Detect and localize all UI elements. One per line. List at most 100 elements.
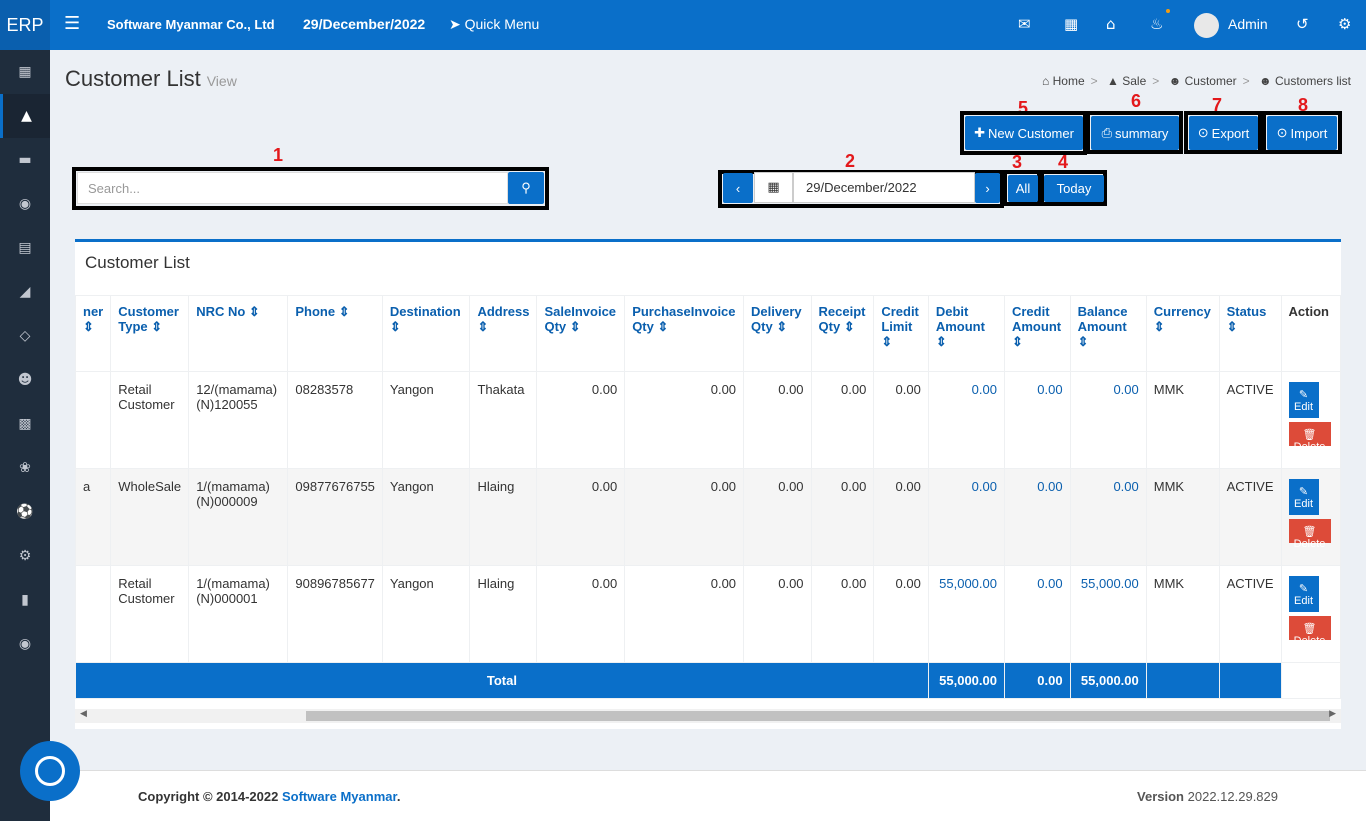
balance-link[interactable]: 0.00 (1069, 371, 1147, 469)
credit-link[interactable]: 0.00 (1003, 468, 1071, 566)
today-button[interactable]: Today (1044, 175, 1104, 202)
col-header[interactable]: SaleInvoice Qty ⇕ (536, 295, 626, 372)
edit-button[interactable]: ✎ Edit (1288, 576, 1319, 612)
cell: 0.00 (743, 565, 812, 663)
delete-button[interactable]: 🗑 Delete (1288, 616, 1331, 647)
status-cell: ACTIVE (1218, 371, 1282, 469)
cell: MMK (1145, 371, 1220, 469)
breadcrumb-customer[interactable]: Customer (1185, 74, 1237, 88)
cell: MMK (1145, 565, 1220, 663)
col-header[interactable]: Destination ⇕ (381, 295, 471, 372)
credit-link[interactable]: 0.00 (1003, 371, 1071, 469)
col-header[interactable]: Customer Type ⇕ (110, 295, 190, 372)
avatar[interactable] (1194, 13, 1219, 38)
gear-icon[interactable]: ⚙ (1338, 15, 1351, 33)
sidebar-item-industry[interactable]: ▩ (0, 402, 50, 446)
total-label: Total (75, 662, 929, 699)
sidebar-item-ball[interactable]: ⚽ (0, 490, 50, 534)
col-header[interactable]: Phone ⇕ (287, 295, 383, 372)
cell: a (74, 468, 112, 566)
bell-icon[interactable]: ♨ (1150, 15, 1163, 33)
sidebar-item-comment[interactable]: ◉ (0, 622, 50, 666)
sidebar-item-card[interactable]: ▬ (0, 138, 50, 182)
credit-link[interactable]: 0.00 (1003, 565, 1071, 663)
app-logo[interactable]: ERP (0, 0, 50, 50)
col-header[interactable]: Debit Amount ⇕ (927, 295, 1005, 372)
col-header[interactable]: NRC No ⇕ (188, 295, 289, 372)
pencil-icon: ✎ (1298, 583, 1309, 595)
breadcrumb-sale[interactable]: Sale (1122, 74, 1146, 88)
col-header[interactable]: Delivery Qty ⇕ (743, 295, 812, 372)
soccer-ball-icon: ⚽ (16, 504, 34, 520)
summary-button[interactable]: ⎙ summary (1091, 116, 1179, 150)
sidebar-item-inventory[interactable]: ◉ (0, 182, 50, 226)
calendar-button[interactable]: ▦ (754, 172, 793, 203)
home-icon: ⌂ (1042, 74, 1050, 88)
delete-button[interactable]: 🗑 Delete (1288, 519, 1331, 550)
horizontal-scrollbar[interactable]: ◀ ▶ (75, 709, 1341, 723)
cell: 0.00 (624, 565, 745, 663)
scrollbar-thumb[interactable] (306, 711, 1330, 721)
calculator-icon[interactable]: ▦ (1064, 15, 1078, 33)
balance-link[interactable]: 55,000.00 (1069, 565, 1147, 663)
cell: 90896785677 (287, 565, 383, 663)
sidebar-item-users[interactable]: ☻ (0, 358, 50, 402)
card-title: Customer List (85, 253, 190, 272)
col-header[interactable]: PurchaseInvoice Qty ⇕ (624, 295, 745, 372)
user-name[interactable]: Admin (1228, 16, 1268, 32)
col-header[interactable]: Credit Amount ⇕ (1003, 295, 1071, 372)
scroll-left-icon[interactable]: ◀ (80, 709, 87, 719)
cube-icon: ◉ (18, 196, 32, 212)
breadcrumb-home[interactable]: Home (1053, 74, 1085, 88)
next-date-button[interactable]: › (975, 173, 1000, 203)
balance-link[interactable]: 0.00 (1069, 468, 1147, 566)
users-icon: ☻ (1168, 74, 1182, 88)
sidebar-item-book[interactable]: ▮ (0, 578, 50, 622)
all-button[interactable]: All (1008, 175, 1038, 202)
users-icon: ☻ (17, 372, 33, 388)
col-header[interactable]: Credit Limit ⇕ (873, 295, 929, 372)
date-input[interactable]: 29/December/2022 (793, 172, 975, 203)
cell: Hlaing (469, 468, 538, 566)
sidebar-item-calculator[interactable]: ▦ (0, 50, 50, 94)
col-header[interactable]: Address ⇕ (469, 295, 538, 372)
cell (74, 565, 112, 663)
search-input[interactable]: Search... (77, 172, 508, 204)
brand-link[interactable]: Software Myanmar (282, 789, 397, 804)
export-button[interactable]: ⊙ Export (1189, 116, 1258, 150)
area-chart-icon: ▲ (21, 108, 32, 124)
sidebar-item-clipboard[interactable]: ▤ (0, 226, 50, 270)
debit-link[interactable]: 0.00 (927, 468, 1005, 566)
edit-button[interactable]: ✎ Edit (1288, 479, 1319, 515)
sidebar-item-sales[interactable]: ▲ (0, 94, 50, 138)
chat-icon[interactable]: ✉ (1018, 15, 1031, 33)
version-number: 2022.12.29.829 (1187, 789, 1278, 804)
delete-button[interactable]: 🗑 Delete (1288, 422, 1331, 453)
col-header[interactable]: Balance Amount ⇕ (1069, 295, 1147, 372)
col-header[interactable]: Receipt Qty ⇕ (810, 295, 875, 372)
prev-date-button[interactable]: ‹ (723, 173, 753, 203)
history-icon[interactable]: ↺ (1296, 15, 1309, 33)
quick-menu-link[interactable]: ➤ Quick Menu (449, 16, 539, 33)
home-icon[interactable]: ⌂ (1106, 15, 1116, 33)
sidebar-item-settings[interactable]: ⚙ (0, 534, 50, 578)
breadcrumb-customers-list: Customers list (1274, 74, 1351, 88)
chat-widget-button[interactable] (20, 741, 80, 801)
menu-toggle-icon[interactable]: ☰ (64, 13, 80, 34)
new-customer-button[interactable]: ✚ New Customer (965, 116, 1083, 150)
cell: 0.00 (873, 565, 929, 663)
search-button[interactable]: ⚲ (508, 172, 544, 204)
sidebar-item-diamond[interactable]: ◇ (0, 314, 50, 358)
edit-button[interactable]: ✎ Edit (1288, 382, 1319, 418)
debit-link[interactable]: 0.00 (927, 371, 1005, 469)
col-header[interactable]: ner ⇕ (74, 295, 112, 372)
sidebar-item-leaf[interactable]: ❀ (0, 446, 50, 490)
col-header[interactable]: Status ⇕ (1218, 295, 1282, 372)
debit-link[interactable]: 55,000.00 (927, 565, 1005, 663)
customer-list-card: Customer List ner ⇕ Customer Type ⇕ NRC … (74, 239, 1342, 729)
col-header[interactable]: Currency ⇕ (1145, 295, 1220, 372)
trash-icon: 🗑 (1302, 429, 1317, 441)
import-button[interactable]: ⊙ Import (1267, 116, 1337, 150)
scroll-right-icon[interactable]: ▶ (1329, 709, 1336, 719)
sidebar-item-cart[interactable]: ◢ (0, 270, 50, 314)
